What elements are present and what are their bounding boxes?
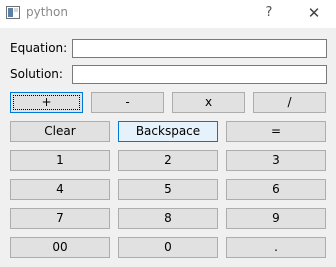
digit-2-button[interactable]: 2 — [118, 150, 218, 171]
solution-label: Solution: — [10, 67, 63, 81]
app-icon — [6, 6, 20, 19]
close-button[interactable]: ✕ — [300, 2, 328, 24]
digit-0-button[interactable]: 0 — [118, 237, 218, 258]
equals-button[interactable]: = — [226, 121, 326, 142]
window-title: python — [26, 5, 68, 19]
help-button[interactable]: ? — [258, 2, 280, 24]
divide-button[interactable]: / — [253, 92, 326, 113]
solution-field[interactable] — [72, 65, 327, 84]
focus-ring — [13, 95, 80, 110]
digit-9-button[interactable]: 9 — [226, 208, 326, 229]
digit-1-button[interactable]: 1 — [10, 150, 110, 171]
clear-button[interactable]: Clear — [10, 121, 110, 142]
digit-7-button[interactable]: 7 — [10, 208, 110, 229]
title-bar: python ? ✕ — [0, 0, 336, 28]
equation-field[interactable] — [72, 39, 327, 58]
backspace-button[interactable]: Backspace — [118, 121, 218, 142]
subtract-button[interactable]: - — [91, 92, 164, 113]
decimal-point-button[interactable]: . — [226, 237, 326, 258]
equation-label: Equation: — [10, 41, 68, 55]
digit-3-button[interactable]: 3 — [226, 150, 326, 171]
multiply-button[interactable]: x — [172, 92, 245, 113]
digit-5-button[interactable]: 5 — [118, 179, 218, 200]
digit-8-button[interactable]: 8 — [118, 208, 218, 229]
add-button[interactable]: + — [10, 92, 83, 113]
double-zero-button[interactable]: 00 — [10, 237, 110, 258]
digit-6-button[interactable]: 6 — [226, 179, 326, 200]
digit-4-button[interactable]: 4 — [10, 179, 110, 200]
